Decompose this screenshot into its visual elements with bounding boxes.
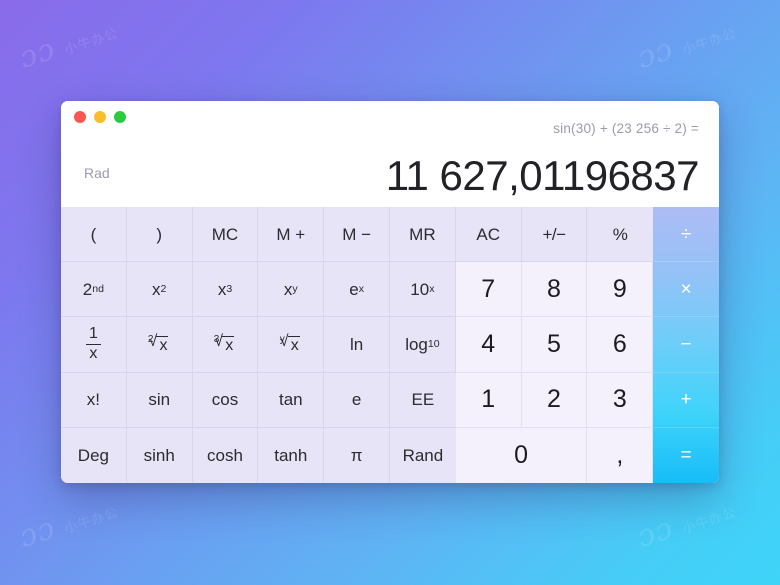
key-memory-subtract[interactable]: M − xyxy=(324,207,390,263)
key-sign-toggle[interactable]: +/− xyxy=(521,207,588,263)
key-divide[interactable]: ÷ xyxy=(653,207,719,263)
key-5[interactable]: 5 xyxy=(521,317,588,373)
key-tanh[interactable]: tanh xyxy=(258,427,325,483)
key-2[interactable]: 2 xyxy=(521,372,588,428)
key-multiply[interactable]: × xyxy=(653,262,719,318)
key-degree-mode[interactable]: Deg xyxy=(61,427,127,483)
key-6[interactable]: 6 xyxy=(587,317,654,373)
key-percent[interactable]: % xyxy=(587,207,654,263)
key-cos[interactable]: cos xyxy=(192,372,259,428)
watermark-text: 小牛办公 xyxy=(680,26,739,59)
window-controls xyxy=(74,111,126,123)
key-euler-e[interactable]: e xyxy=(324,372,390,428)
key-x-power-y[interactable]: xy xyxy=(258,262,325,318)
key-e-power-x[interactable]: ex xyxy=(324,262,390,318)
key-sin[interactable]: sin xyxy=(126,372,193,428)
keypad: ( ) MC M + M − MR AC +/− % ÷ 2nd x2 x3 x… xyxy=(61,207,719,483)
close-button[interactable] xyxy=(74,111,86,123)
wallpaper-watermark: ɔɔ 小牛办公 xyxy=(633,490,740,554)
key-x-cubed[interactable]: x3 xyxy=(192,262,259,318)
key-open-paren[interactable]: ( xyxy=(61,207,127,263)
radical-index-3: 3x xyxy=(214,334,237,354)
wallpaper-watermark: ɔɔ 小牛办公 xyxy=(15,490,122,554)
maximize-button[interactable] xyxy=(114,111,126,123)
key-ten-power-x[interactable]: 10 x xyxy=(390,262,456,318)
key-log-base-10[interactable]: log 10 xyxy=(390,317,456,373)
key-9[interactable]: 9 xyxy=(587,262,654,318)
key-x-squared[interactable]: x2 xyxy=(126,262,193,318)
key-square-root[interactable]: 2x xyxy=(126,317,193,373)
key-0[interactable]: 0 xyxy=(455,427,588,483)
key-cube-root[interactable]: 3x xyxy=(192,317,259,373)
key-3[interactable]: 3 xyxy=(587,372,654,428)
key-add[interactable]: + xyxy=(653,373,719,428)
watermark-mark: ɔɔ xyxy=(15,31,60,76)
key-tan[interactable]: tan xyxy=(258,372,325,428)
expression-history: sin(30) + (23 256 ÷ 2) = xyxy=(553,121,699,136)
key-all-clear[interactable]: AC xyxy=(455,207,522,263)
radical-index-2: 2x xyxy=(148,334,171,354)
watermark-text: 小牛办公 xyxy=(680,505,739,538)
key-decimal-separator[interactable]: , xyxy=(587,427,654,483)
key-sinh[interactable]: sinh xyxy=(126,427,193,483)
angle-mode-label: Rad xyxy=(84,165,110,181)
fraction-one-over-x: 1 x xyxy=(85,325,101,363)
key-memory-add[interactable]: M + xyxy=(258,207,325,263)
key-random[interactable]: Rand xyxy=(390,427,456,483)
minimize-button[interactable] xyxy=(94,111,106,123)
key-1[interactable]: 1 xyxy=(455,372,522,428)
key-exponent-entry[interactable]: EE xyxy=(390,372,456,428)
key-4[interactable]: 4 xyxy=(455,317,522,373)
radical-index-y: yx xyxy=(280,334,302,354)
wallpaper-watermark: ɔɔ 小牛办公 xyxy=(633,11,740,75)
watermark-text: 小牛办公 xyxy=(62,505,121,538)
key-second-function[interactable]: 2nd xyxy=(61,262,127,318)
calculator-window: sin(30) + (23 256 ÷ 2) = Rad 11 627,0119… xyxy=(61,101,719,483)
watermark-mark: ɔɔ xyxy=(633,510,678,555)
key-memory-recall[interactable]: MR xyxy=(390,207,456,263)
key-subtract[interactable]: − xyxy=(653,317,719,373)
key-8[interactable]: 8 xyxy=(521,262,588,318)
key-close-paren[interactable]: ) xyxy=(126,207,193,263)
key-y-root[interactable]: yx xyxy=(258,317,325,373)
watermark-text: 小牛办公 xyxy=(62,26,121,59)
key-equals[interactable]: = xyxy=(653,428,719,483)
fraction-numerator: 1 xyxy=(85,325,101,345)
key-cosh[interactable]: cosh xyxy=(192,427,259,483)
key-7[interactable]: 7 xyxy=(455,262,522,318)
watermark-mark: ɔɔ xyxy=(15,510,60,555)
key-pi[interactable]: π xyxy=(324,427,390,483)
fraction-denominator: x xyxy=(89,344,98,362)
key-natural-log[interactable]: ln xyxy=(324,317,390,373)
result-display: 11 627,01196837 xyxy=(385,151,700,199)
key-reciprocal[interactable]: 1 x xyxy=(61,317,127,373)
desktop-wallpaper: ɔɔ 小牛办公 ɔɔ 小牛办公 ɔɔ 小牛办公 ɔɔ 小牛办公 sin(30) … xyxy=(0,0,780,585)
key-memory-clear[interactable]: MC xyxy=(192,207,259,263)
wallpaper-watermark: ɔɔ 小牛办公 xyxy=(15,11,122,75)
key-factorial[interactable]: x! xyxy=(61,372,127,428)
watermark-mark: ɔɔ xyxy=(633,31,678,76)
display-area: sin(30) + (23 256 ÷ 2) = Rad 11 627,0119… xyxy=(61,101,719,207)
